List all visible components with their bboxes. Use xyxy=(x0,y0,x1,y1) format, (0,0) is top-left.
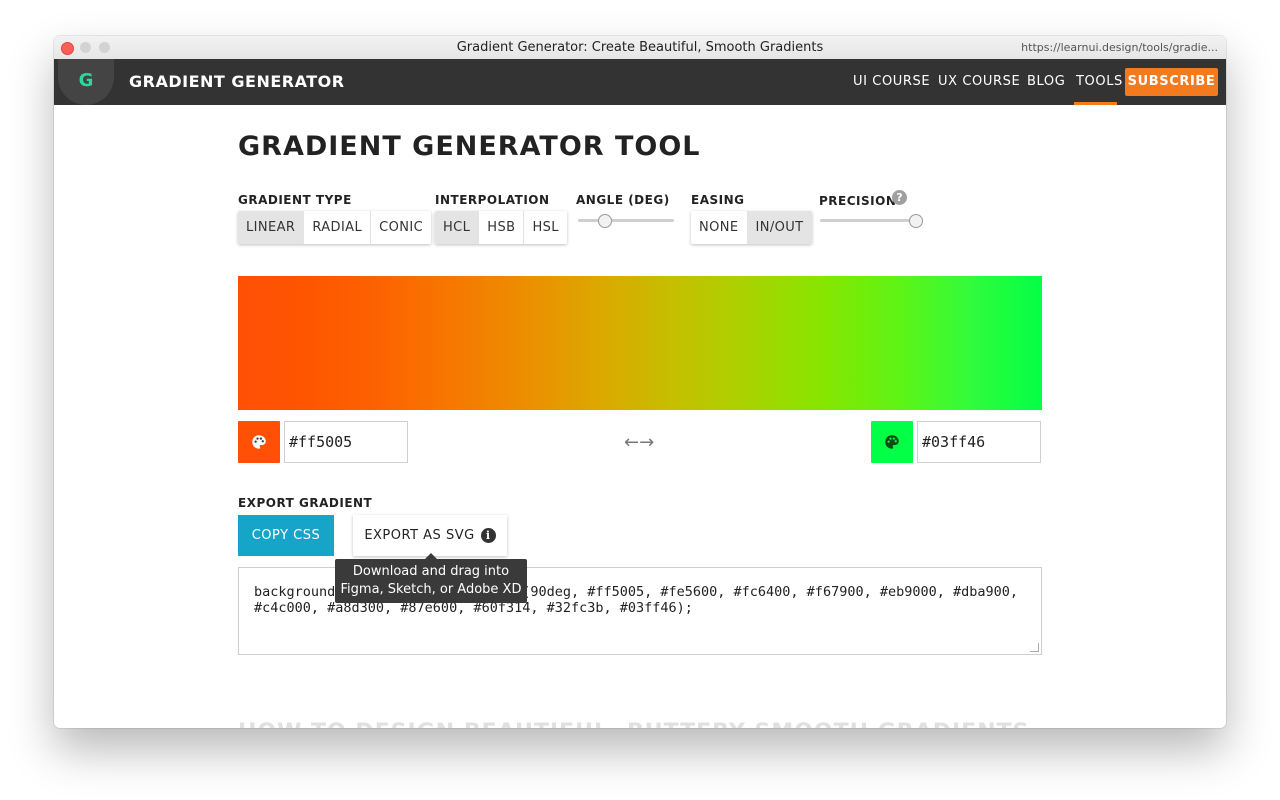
angle-label: ANGLE (DEG) xyxy=(576,193,670,207)
logo-g-icon: G xyxy=(78,70,94,91)
interpolation-label: INTERPOLATION xyxy=(435,193,550,207)
section-heading-below-fold: HOW TO DESIGN BEAUTIFUL, BUTTERY SMOOTH … xyxy=(238,720,1029,728)
question-icon[interactable]: ? xyxy=(892,190,907,205)
info-icon[interactable]: i xyxy=(480,528,496,543)
interpolation-hsl[interactable]: HSL xyxy=(524,211,566,244)
nav-link-blog[interactable]: BLOG xyxy=(1027,74,1065,89)
export-svg-label: EXPORT AS SVG xyxy=(364,528,475,543)
palette-icon xyxy=(885,435,899,449)
brand-name[interactable]: GRADIENT GENERATOR xyxy=(129,72,345,91)
start-color-input[interactable]: #ff5005 xyxy=(284,421,408,463)
end-color-swatch[interactable] xyxy=(871,421,913,463)
angle-slider[interactable] xyxy=(578,219,674,222)
interpolation-selector: HCL HSB HSL xyxy=(435,211,567,244)
tooltip-line-2: Figma, Sketch, or Adobe XD xyxy=(340,582,522,597)
page-title: GRADIENT GENERATOR TOOL xyxy=(238,131,701,162)
gradient-type-radial[interactable]: RADIAL xyxy=(304,211,372,244)
precision-slider-thumb[interactable] xyxy=(909,214,923,228)
precision-label: PRECISION xyxy=(819,194,897,208)
nav-link-ui-course[interactable]: UI COURSE xyxy=(853,74,930,89)
gradient-type-label: GRADIENT TYPE xyxy=(238,193,352,207)
gradient-preview xyxy=(238,276,1042,410)
tooltip-line-1: Download and drag into xyxy=(352,564,510,579)
precision-slider[interactable] xyxy=(820,219,916,222)
gradient-type-selector: LINEAR RADIAL CONIC xyxy=(238,211,432,244)
logo[interactable]: G xyxy=(58,59,114,105)
start-color-swatch[interactable] xyxy=(238,421,280,463)
resize-grip-icon[interactable] xyxy=(1030,643,1039,652)
palette-icon xyxy=(252,435,266,449)
export-svg-button[interactable]: EXPORT AS SVG i xyxy=(353,515,507,556)
easing-none[interactable]: NONE xyxy=(691,211,748,244)
nav-link-tools[interactable]: TOOLS xyxy=(1076,74,1123,89)
interpolation-hsb[interactable]: HSB xyxy=(479,211,525,244)
end-color-input[interactable]: #03ff46 xyxy=(917,421,1041,463)
url-display[interactable]: https://learnui.design/tools/gradie... xyxy=(1021,41,1218,54)
gradient-type-conic[interactable]: CONIC xyxy=(371,211,431,244)
subscribe-button[interactable]: SUBSCRIBE xyxy=(1125,68,1218,96)
easing-label: EASING xyxy=(691,193,745,207)
angle-slider-thumb[interactable] xyxy=(597,214,612,228)
export-svg-tooltip: Download and drag into Figma, Sketch, or… xyxy=(335,559,527,603)
title-bar: Gradient Generator: Create Beautiful, Sm… xyxy=(54,36,1226,60)
gradient-type-linear[interactable]: LINEAR xyxy=(238,211,305,244)
easing-in-out[interactable]: IN/OUT xyxy=(747,211,812,244)
nav-link-ux-course[interactable]: UX COURSE xyxy=(938,74,1020,89)
browser-window: Gradient Generator: Create Beautiful, Sm… xyxy=(54,36,1226,728)
copy-css-button[interactable]: COPY CSS xyxy=(238,515,334,556)
top-navbar: G GRADIENT GENERATOR UI COURSE UX COURSE… xyxy=(54,59,1226,105)
interpolation-hcl[interactable]: HCL xyxy=(435,211,480,244)
swap-colors-icon[interactable]: ←→ xyxy=(624,432,654,453)
easing-selector: NONE IN/OUT xyxy=(691,211,812,244)
active-nav-indicator xyxy=(1074,102,1117,105)
export-gradient-label: EXPORT GRADIENT xyxy=(238,496,373,510)
